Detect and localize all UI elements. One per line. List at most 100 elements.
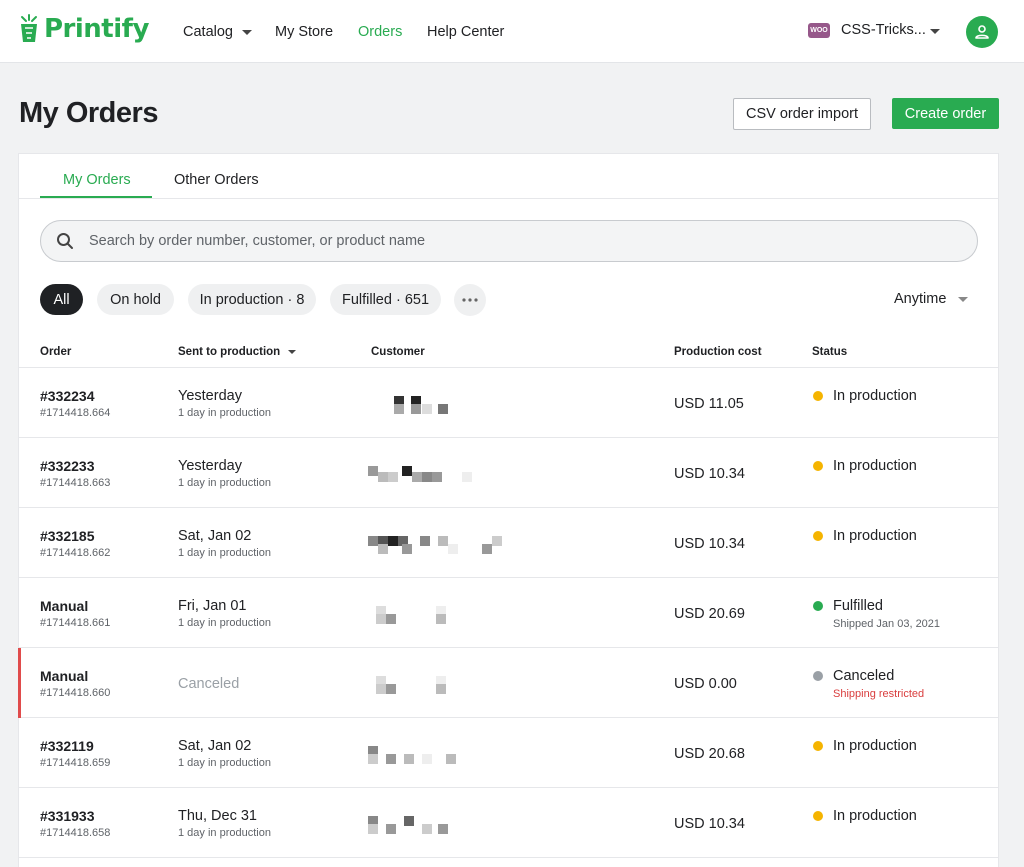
column-header-status: Status	[812, 346, 848, 358]
tab-other-orders[interactable]: Other Orders	[174, 172, 259, 188]
nav-catalog-label: Catalog	[183, 24, 233, 40]
date-filter-dropdown[interactable]: Anytime	[894, 291, 969, 307]
search-icon	[57, 233, 73, 249]
store-name: CSS-Tricks...	[841, 22, 926, 38]
main-nav: Catalog My Store Orders Help Center	[183, 24, 504, 40]
status-dot-icon	[813, 601, 823, 611]
status-cell: In production	[813, 528, 917, 544]
order-number[interactable]: #332185	[40, 528, 110, 544]
production-cost: USD 11.05	[674, 396, 744, 412]
production-duration: 1 day in production	[178, 407, 271, 419]
production-duration: 1 day in production	[178, 757, 271, 769]
sent-cell: Sat, Jan 02 1 day in production	[178, 738, 271, 769]
status-cell: In production	[813, 388, 917, 404]
status-cell: Fulfilled Shipped Jan 03, 2021	[813, 598, 940, 630]
chevron-down-icon	[958, 296, 969, 302]
table-row[interactable]: Manual #1714418.660 Canceled USD 0.00 Ca…	[18, 648, 998, 718]
status-label: In production	[833, 738, 917, 754]
chevron-down-icon	[241, 29, 252, 35]
table-row[interactable]: Manual #1714418.661 Fri, Jan 01 1 day in…	[19, 578, 998, 648]
status-dot-icon	[813, 741, 823, 751]
sent-date: Yesterday	[178, 458, 242, 474]
column-header-sent-label: Sent to production	[178, 346, 281, 358]
page-title: My Orders	[19, 97, 158, 129]
tab-my-orders[interactable]: My Orders	[63, 172, 131, 188]
sent-date: Thu, Dec 31	[178, 808, 257, 824]
sent-cell: Canceled	[178, 668, 239, 692]
active-tab-indicator	[40, 196, 152, 198]
sent-cell: Thu, Dec 31 1 day in production	[178, 808, 271, 839]
more-filters-button[interactable]	[454, 284, 486, 316]
chevron-down-icon	[930, 29, 940, 34]
status-cell: In production	[813, 808, 917, 824]
status-dot-icon	[813, 461, 823, 471]
order-id: #1714418.660	[40, 687, 111, 699]
order-number[interactable]: #332234	[40, 388, 110, 404]
production-cost: USD 10.34	[674, 536, 745, 552]
sent-cell: Sat, Jan 02 1 day in production	[178, 528, 271, 559]
order-cell: #332185 #1714418.662	[40, 528, 110, 559]
date-filter-label: Anytime	[894, 291, 947, 307]
sent-date: Sat, Jan 02	[178, 528, 252, 544]
filter-on-hold[interactable]: On hold	[97, 284, 174, 315]
column-header-customer: Customer	[371, 346, 425, 358]
filter-in-production[interactable]: In production · 8	[188, 284, 316, 315]
status-error-detail: Shipping restricted	[833, 688, 925, 700]
order-cell: #332233 #1714418.663	[40, 458, 110, 489]
sent-date: Yesterday	[178, 388, 242, 404]
production-cost: USD 20.68	[674, 746, 745, 762]
production-duration: 1 day in production	[178, 827, 271, 839]
sent-date: Sat, Jan 02	[178, 738, 252, 754]
csv-import-button[interactable]: CSV order import	[733, 98, 871, 130]
store-selector[interactable]: WOO CSS-Tricks...	[808, 22, 940, 38]
production-cost: USD 20.69	[674, 606, 745, 622]
filter-fulfilled[interactable]: Fulfilled · 651	[330, 284, 441, 315]
order-number[interactable]: #332233	[40, 458, 110, 474]
order-id: #1714418.661	[40, 617, 111, 629]
filter-all[interactable]: All	[40, 284, 83, 315]
production-cost: USD 10.34	[674, 466, 745, 482]
sent-cell: Yesterday 1 day in production	[178, 388, 271, 419]
customer-name-redacted	[360, 648, 548, 718]
order-number[interactable]: Manual	[40, 668, 110, 684]
nav-help-center[interactable]: Help Center	[427, 24, 504, 40]
user-avatar-button[interactable]	[966, 16, 998, 48]
customer-name-redacted	[360, 718, 548, 788]
order-cell: Manual #1714418.661	[40, 598, 110, 629]
nav-orders[interactable]: Orders	[358, 24, 427, 40]
production-duration: 1 day in production	[178, 477, 271, 489]
customer-name-redacted	[360, 438, 548, 508]
nav-catalog[interactable]: Catalog	[183, 24, 275, 40]
status-label: In production	[833, 388, 917, 404]
more-horizontal-icon	[462, 298, 478, 302]
sent-cell: Yesterday 1 day in production	[178, 458, 271, 489]
customer-name-redacted	[360, 578, 548, 648]
production-duration: 1 day in production	[178, 547, 271, 559]
order-cell: #332234 #1714418.664	[40, 388, 110, 419]
table-row[interactable]: #332185 #1714418.662 Sat, Jan 02 1 day i…	[19, 508, 998, 578]
order-id: #1714418.659	[40, 757, 111, 769]
table-row[interactable]: #332119 #1714418.659 Sat, Jan 02 1 day i…	[19, 718, 998, 788]
table-row[interactable]: #331933 #1714418.658 Thu, Dec 31 1 day i…	[19, 788, 998, 858]
column-header-order: Order	[40, 346, 72, 358]
printify-logo[interactable]: Printify	[18, 14, 149, 44]
order-number[interactable]: Manual	[40, 598, 110, 614]
status-label: Canceled	[833, 668, 895, 684]
customer-name-redacted	[360, 508, 548, 578]
table-row[interactable]: #332234 #1714418.664 Yesterday 1 day in …	[19, 368, 998, 438]
search-input[interactable]	[89, 233, 889, 249]
sent-cell: Fri, Jan 01 1 day in production	[178, 598, 271, 629]
create-order-button[interactable]: Create order	[892, 98, 999, 129]
order-number[interactable]: #331933	[40, 808, 110, 824]
column-header-sent[interactable]: Sent to production	[178, 346, 297, 358]
nav-my-store[interactable]: My Store	[275, 24, 358, 40]
order-number[interactable]: #332119	[40, 738, 110, 754]
printify-logo-icon	[21, 14, 37, 42]
status-dot-icon	[813, 811, 823, 821]
search-bar[interactable]	[40, 220, 978, 262]
order-id: #1714418.662	[40, 547, 111, 559]
column-header-cost: Production cost	[674, 346, 762, 358]
table-row[interactable]: #332233 #1714418.663 Yesterday 1 day in …	[19, 438, 998, 508]
status-cell: In production	[813, 458, 917, 474]
status-cell: In production	[813, 738, 917, 754]
